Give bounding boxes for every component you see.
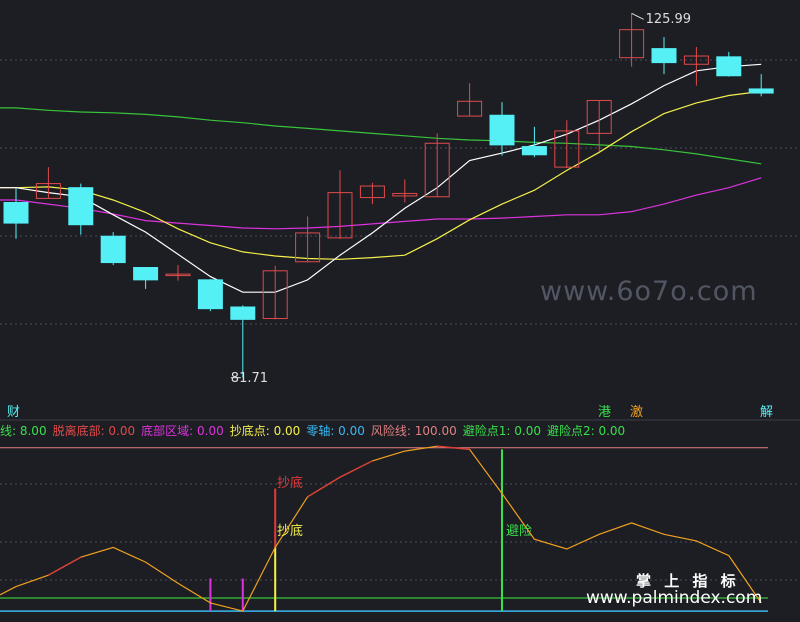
high-marker [631, 12, 644, 20]
high-price-label: 125.99 [645, 12, 692, 28]
legend-bottom-zone: 底部区域: 0.00 [141, 424, 224, 438]
legend-risk-point-1: 避险点1: 0.00 [462, 424, 541, 438]
stock-chart [0, 12, 800, 612]
indicator-legend: 线: 8.00 脱离底部: 0.00 底部区域: 0.00 抄底点: 0.00 零轴: … [0, 422, 631, 439]
ma-yellow-line [0, 90, 762, 260]
candle-down [651, 48, 677, 64]
candle-down [748, 88, 774, 94]
legend-zero-axis: 零轴: 0.00 [306, 424, 365, 438]
candle-down [133, 267, 159, 281]
event-tag-jie[interactable]: 解 [760, 405, 773, 420]
event-tag-cai[interactable]: 财 [7, 405, 20, 420]
risk-label: 避险 [506, 524, 533, 539]
ma-green-line [0, 107, 762, 165]
site-watermark: www.palmindex.com [586, 588, 763, 608]
low-price-label: 81.71 [230, 370, 269, 386]
candle-down [716, 56, 742, 77]
legend-risk-line: 风险线: 100.00 [370, 424, 457, 438]
buy-label-top: 抄底 [277, 476, 304, 491]
candle-down [3, 202, 29, 224]
legend-escape-bottom: 脱离底部: 0.00 [52, 424, 136, 438]
candle-down [521, 146, 547, 156]
indicator-curve-rising [307, 460, 373, 498]
ma-magenta-line [0, 177, 762, 230]
event-tag-gang[interactable]: 港 [598, 405, 611, 420]
event-tag-ji[interactable]: 激 [630, 405, 643, 420]
candle-down [197, 279, 223, 310]
candle-down [100, 235, 126, 264]
legend-buy-point: 抄底点: 0.00 [229, 424, 301, 438]
faint-watermark: www.6o7o.com [540, 276, 758, 307]
indicator-curve-rising [48, 556, 82, 576]
candle-down [230, 306, 256, 320]
legend-green-line: 线: 8.00 [0, 424, 47, 438]
candle-down [489, 114, 515, 146]
candle-down [68, 187, 94, 226]
buy-label-bottom: 抄底 [277, 524, 304, 539]
legend-risk-point-2: 避险点2: 0.00 [546, 424, 626, 438]
